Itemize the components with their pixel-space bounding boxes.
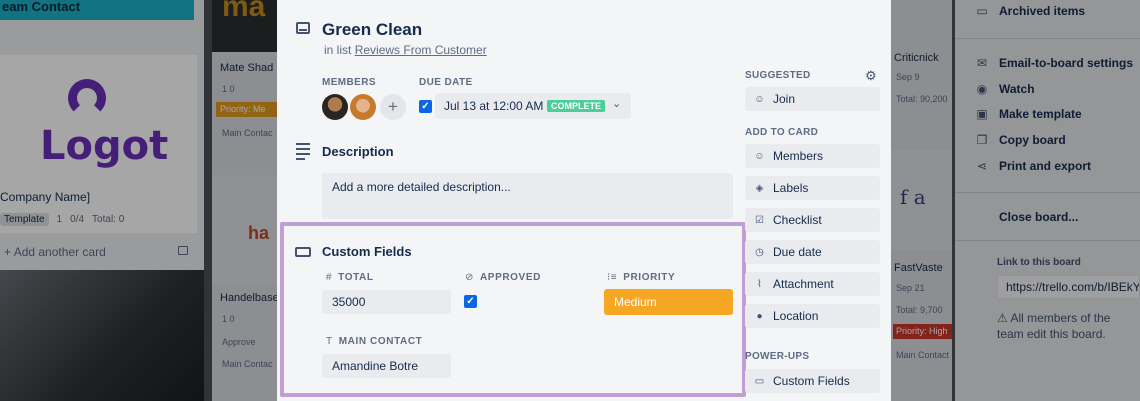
checklist-button[interactable]: ☑ Checklist	[745, 208, 880, 232]
field-label-text: MAIN CONTACT	[338, 336, 423, 347]
add-to-card-label: ADD TO CARD	[745, 127, 819, 138]
clock-icon: ◷	[755, 246, 764, 258]
field-label-text: TOTAL	[338, 272, 374, 283]
chevron-down-icon: ⌄	[612, 98, 622, 110]
contact-field-input[interactable]: Amandine Botre	[322, 354, 451, 378]
due-complete-checkbox[interactable]: ✓	[419, 100, 432, 113]
gear-icon[interactable]: ⚙	[865, 68, 877, 84]
custom-fields-icon: ▭	[754, 375, 765, 387]
card-detail-modal: Green Clean in list Reviews From Custome…	[277, 0, 891, 401]
custom-fields-title: Custom Fields	[322, 244, 412, 259]
contact-field-label: T MAIN CONTACT	[326, 336, 422, 347]
button-label: Location	[773, 309, 819, 323]
priority-field-label: ⁝≡ PRIORITY	[607, 272, 675, 283]
in-list-label: in list	[324, 43, 352, 57]
card-icon	[296, 22, 310, 34]
location-button[interactable]: ● Location	[745, 304, 880, 328]
button-label: Join	[773, 92, 796, 106]
due-date-label: DUE DATE	[419, 77, 473, 88]
power-ups-label: POWER-UPS	[745, 351, 810, 362]
description-input[interactable]: Add a more detailed description...	[322, 173, 733, 219]
add-member-button[interactable]: +	[380, 94, 406, 120]
tag-icon: ◈	[755, 182, 764, 194]
priority-dropdown[interactable]: Medium	[604, 289, 733, 315]
card-title[interactable]: Green Clean	[322, 20, 422, 40]
due-date-button[interactable]: ◷ Due date	[745, 240, 880, 264]
complete-badge: COMPLETE	[547, 100, 606, 112]
check-circle-icon: ⊘	[465, 272, 474, 283]
approved-checkbox[interactable]: ✓	[464, 295, 477, 308]
join-button[interactable]: ☺ Join	[745, 87, 880, 111]
button-label: Custom Fields	[773, 374, 850, 388]
paperclip-icon: ⌇	[757, 278, 762, 290]
suggested-label: SUGGESTED	[745, 70, 811, 81]
location-pin-icon: ●	[756, 310, 763, 322]
due-date-value: Jul 13 at 12:00 AM	[444, 99, 544, 113]
checklist-icon: ☑	[755, 214, 764, 226]
list-icon: ⁝≡	[607, 272, 618, 283]
custom-fields-button[interactable]: ▭ Custom Fields	[745, 369, 880, 393]
button-label: Due date	[773, 245, 822, 259]
members-label: MEMBERS	[322, 77, 376, 88]
custom-fields-icon	[295, 247, 311, 257]
approved-field-label: ⊘ APPROVED	[465, 272, 541, 283]
total-field-input[interactable]: 35000	[322, 290, 451, 314]
person-icon: ☺	[754, 150, 765, 162]
members-button[interactable]: ☺ Members	[745, 144, 880, 168]
description-title: Description	[322, 144, 394, 159]
person-icon: ☺	[754, 93, 765, 105]
button-label: Checklist	[773, 213, 822, 227]
avatar[interactable]	[322, 94, 348, 120]
text-icon: T	[326, 336, 333, 347]
field-label-text: PRIORITY	[623, 272, 676, 283]
total-field-label: # TOTAL	[326, 272, 374, 283]
avatar[interactable]	[350, 94, 376, 120]
button-label: Attachment	[773, 277, 834, 291]
list-reference: in list Reviews From Customer	[324, 43, 487, 57]
labels-button[interactable]: ◈ Labels	[745, 176, 880, 200]
hash-icon: #	[326, 272, 333, 283]
button-label: Members	[773, 149, 824, 163]
description-icon	[296, 143, 310, 163]
attachment-button[interactable]: ⌇ Attachment	[745, 272, 880, 296]
list-link[interactable]: Reviews From Customer	[355, 43, 487, 57]
button-label: Labels	[773, 181, 809, 195]
field-label-text: APPROVED	[479, 272, 541, 283]
